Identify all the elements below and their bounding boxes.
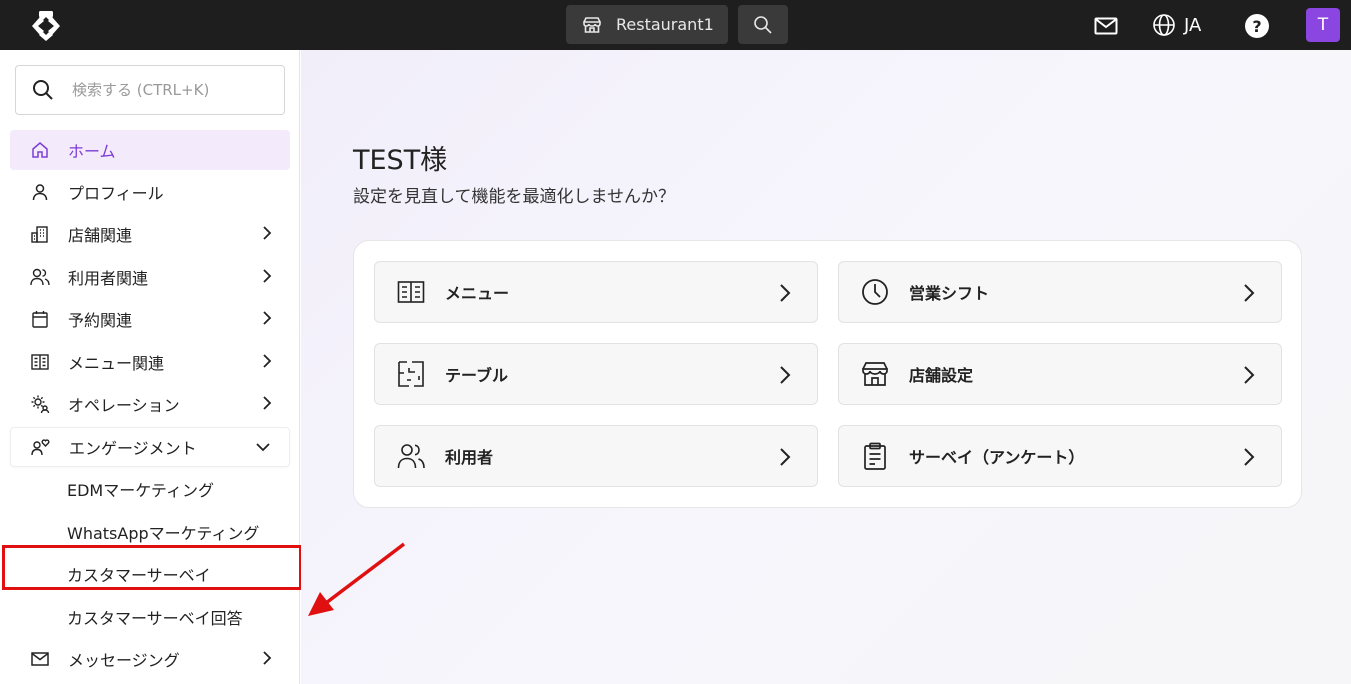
engagement-icon — [31, 437, 51, 457]
chevron-right-icon — [1244, 366, 1255, 384]
search-icon — [33, 80, 53, 100]
clipboard-icon — [861, 442, 889, 470]
tile-label: 店舗設定 — [909, 366, 974, 385]
sidebar-item-engagement[interactable]: エンゲージメント — [10, 427, 290, 467]
app-logo-icon[interactable] — [28, 8, 64, 44]
sidebar-item-users[interactable]: 利用者関連 — [10, 257, 290, 297]
sidebar-item-home[interactable]: ホーム — [10, 130, 290, 170]
chevron-down-icon — [256, 443, 270, 452]
sidebar-subitem-edm-marketing[interactable]: EDMマーケティング — [67, 469, 214, 509]
main-content: TEST様 設定を見直して機能を最適化しませんか？ メニュー 営業シフト テーブ… — [301, 50, 1351, 684]
chevron-right-icon — [780, 366, 791, 384]
sidebar-item-label: エンゲージメント — [69, 439, 197, 458]
chevron-right-icon — [780, 284, 791, 302]
sidebar-item-store[interactable]: 店舗関連 — [10, 214, 290, 254]
store-selector-button[interactable]: Restaurant1 — [566, 5, 728, 44]
chevron-right-icon — [263, 651, 272, 665]
tile-label: テーブル — [445, 366, 509, 385]
sidebar-item-label: プロフィール — [68, 184, 164, 203]
calendar-icon — [30, 309, 50, 329]
annotation-arrow-icon — [308, 542, 406, 616]
chevron-right-icon — [780, 448, 791, 466]
top-bar: Restaurant1 JA ? T — [0, 0, 1351, 50]
sidebar-item-label: 利用者関連 — [68, 269, 149, 288]
home-icon — [30, 140, 50, 160]
tile-survey[interactable]: サーベイ（アンケート） — [838, 425, 1282, 487]
sidebar-item-label: メッセージング — [68, 651, 180, 670]
chevron-right-icon — [263, 226, 272, 240]
tile-label: 利用者 — [445, 448, 494, 467]
mail-icon — [30, 649, 50, 669]
users-icon — [30, 267, 50, 287]
tile-store-settings[interactable]: 店舗設定 — [838, 343, 1282, 405]
help-icon: ? — [1252, 16, 1262, 36]
building-icon — [30, 224, 50, 244]
tile-users[interactable]: 利用者 — [374, 425, 818, 487]
language-label: JA — [1184, 14, 1202, 36]
gear-users-icon — [30, 394, 50, 414]
floor-plan-icon — [397, 360, 425, 388]
global-search-button[interactable] — [738, 5, 788, 44]
sidebar-item-label: メニュー関連 — [68, 354, 165, 373]
tile-business-shift[interactable]: 営業シフト — [838, 261, 1282, 323]
tile-label: メニュー — [445, 284, 510, 303]
sidebar-search-input[interactable] — [72, 81, 262, 99]
menu-book-icon — [397, 278, 425, 306]
tile-menu[interactable]: メニュー — [374, 261, 818, 323]
chevron-right-icon — [263, 396, 272, 410]
page-title: TEST様 — [353, 145, 448, 176]
sidebar-search[interactable] — [15, 65, 285, 115]
chevron-right-icon — [263, 354, 272, 368]
storefront-icon — [583, 16, 601, 33]
chevron-right-icon — [263, 269, 272, 283]
mail-icon — [1094, 17, 1118, 35]
tile-table[interactable]: テーブル — [374, 343, 818, 405]
chevron-right-icon — [1244, 284, 1255, 302]
sidebar-item-operations[interactable]: オペレーション — [10, 384, 290, 424]
sidebar-item-menu[interactable]: メニュー関連 — [10, 342, 290, 382]
menu-book-icon — [30, 352, 50, 372]
chevron-right-icon — [263, 311, 272, 325]
store-name: Restaurant1 — [616, 15, 714, 34]
sidebar-item-label: 店舗関連 — [68, 226, 133, 245]
tile-label: 営業シフト — [909, 284, 990, 303]
user-avatar[interactable]: T — [1306, 8, 1340, 42]
sidebar-subitem-customer-survey-responses[interactable]: カスタマーサーベイ回答 — [67, 597, 243, 637]
search-icon — [754, 15, 772, 34]
annotation-highlight-box — [2, 545, 302, 590]
language-selector[interactable]: JA — [1152, 10, 1201, 40]
storefront-icon — [861, 360, 889, 388]
clock-icon — [861, 278, 889, 306]
page-subtitle: 設定を見直して機能を最適化しませんか？ — [353, 187, 675, 207]
sidebar-item-messaging[interactable]: メッセージング — [10, 639, 290, 679]
sidebar-item-label: ホーム — [68, 142, 116, 161]
sidebar-item-label: オペレーション — [68, 396, 180, 415]
sidebar-item-label: 予約関連 — [68, 311, 133, 330]
help-button[interactable]: ? — [1245, 14, 1269, 38]
tile-label: サーベイ（アンケート） — [909, 448, 1085, 467]
chevron-right-icon — [1244, 448, 1255, 466]
person-icon — [30, 182, 50, 202]
quick-settings-card: メニュー 営業シフト テーブル 店舗設定 利用者 サーベイ（アンケート） — [353, 240, 1302, 508]
sidebar-item-reservations[interactable]: 予約関連 — [10, 299, 290, 339]
sidebar-item-profile[interactable]: プロフィール — [10, 172, 290, 212]
globe-icon — [1153, 14, 1175, 36]
mail-button[interactable] — [1092, 12, 1120, 40]
avatar-initial: T — [1317, 15, 1329, 35]
users-icon — [397, 442, 425, 470]
